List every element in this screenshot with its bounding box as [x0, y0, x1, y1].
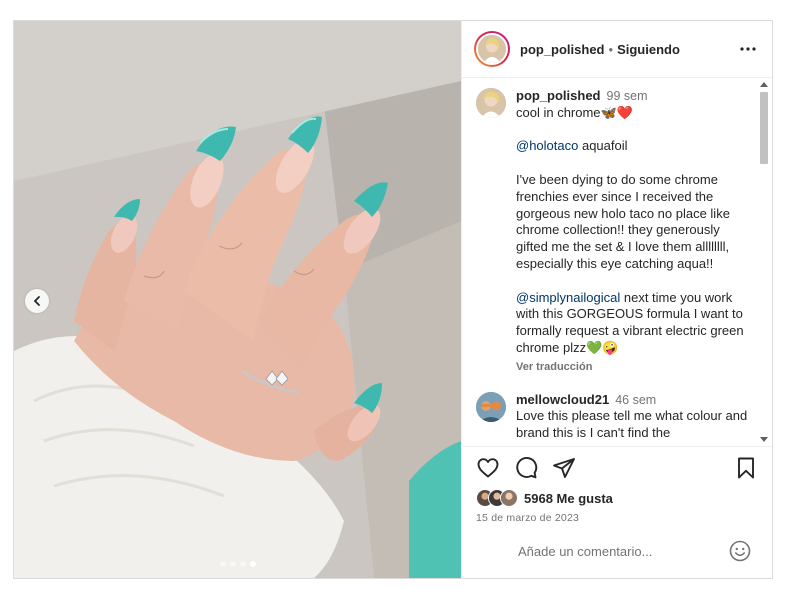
- liker-avatars[interactable]: [476, 489, 518, 507]
- caption: pop_polished 99 sem cool in chrome🦋❤️ @h…: [476, 88, 752, 376]
- scroll-down-arrow[interactable]: [760, 437, 768, 442]
- caption-line: cool in chrome🦋❤️: [516, 104, 633, 120]
- carousel-prev-button[interactable]: [25, 289, 49, 313]
- author-username[interactable]: pop_polished: [520, 42, 605, 57]
- caption-line: aquafoil: [578, 138, 628, 154]
- comments-panel[interactable]: pop_polished 99 sem cool in chrome🦋❤️ @h…: [462, 78, 772, 446]
- comment-input[interactable]: [518, 543, 728, 559]
- post-date[interactable]: 15 de marzo de 2023: [462, 508, 772, 524]
- action-bar: [462, 446, 772, 488]
- caption-paragraph: I've been dying to do some chrome french…: [516, 171, 730, 271]
- avatar-image: [476, 88, 506, 118]
- comment-username[interactable]: mellowcloud21: [516, 392, 609, 409]
- emoji-button[interactable]: [728, 539, 752, 563]
- caption-avatar[interactable]: [476, 88, 506, 118]
- carousel-indicator: [14, 561, 461, 567]
- caption-time[interactable]: 99 sem: [607, 88, 648, 105]
- avatar-image: [501, 490, 517, 506]
- likes-summary: 5968 Me gusta: [462, 488, 772, 508]
- like-button[interactable]: [476, 456, 500, 480]
- scroll-up-arrow[interactable]: [760, 82, 768, 87]
- carousel-dot-active: [249, 561, 256, 567]
- bookmark-icon: [738, 457, 754, 478]
- see-translation-link[interactable]: Ver traducción: [516, 359, 748, 376]
- comments-scrollbar[interactable]: [758, 82, 770, 442]
- save-button[interactable]: [734, 456, 758, 480]
- following-button[interactable]: Siguiendo: [617, 42, 680, 57]
- author-avatar[interactable]: [474, 31, 510, 67]
- avatar-image: [476, 391, 506, 422]
- send-icon: [553, 457, 575, 478]
- post-dialog: pop_polished • Siguiendo pop_polished 99…: [13, 20, 773, 579]
- more-options-button[interactable]: [736, 37, 760, 61]
- post-media: [14, 21, 461, 578]
- more-options-icon: [740, 47, 756, 51]
- commenter-avatar[interactable]: [476, 391, 506, 422]
- emoji-icon: [729, 540, 751, 562]
- scrollbar-thumb[interactable]: [760, 92, 768, 164]
- carousel-dot: [229, 561, 236, 567]
- comment-item: mellowcloud21 46 sem Love this please te…: [476, 391, 752, 442]
- post-header: pop_polished • Siguiendo: [462, 21, 772, 78]
- likes-count[interactable]: 5968 Me gusta: [524, 491, 613, 506]
- post-sidebar: pop_polished • Siguiendo pop_polished 99…: [461, 21, 772, 578]
- mention-link[interactable]: @simplynailogical: [516, 290, 620, 305]
- carousel-dot: [239, 561, 246, 567]
- comment-icon: [516, 456, 538, 478]
- comment-composer: [462, 524, 772, 578]
- post-photo: [14, 21, 461, 578]
- share-button[interactable]: [552, 456, 576, 480]
- caption-username[interactable]: pop_polished: [516, 88, 601, 105]
- mention-link[interactable]: @holotaco: [516, 138, 578, 153]
- caption-text: cool in chrome🦋❤️ @holotaco aquafoil I'v…: [516, 105, 748, 357]
- comment-button[interactable]: [514, 456, 538, 480]
- carousel-dot: [219, 561, 226, 567]
- heart-icon: [477, 457, 499, 477]
- comment-time[interactable]: 46 sem: [615, 392, 656, 409]
- avatar-image: [478, 35, 506, 63]
- chevron-left-icon: [33, 296, 40, 306]
- header-separator: •: [608, 41, 614, 57]
- comment-text: Love this please tell me what colour and…: [516, 408, 748, 441]
